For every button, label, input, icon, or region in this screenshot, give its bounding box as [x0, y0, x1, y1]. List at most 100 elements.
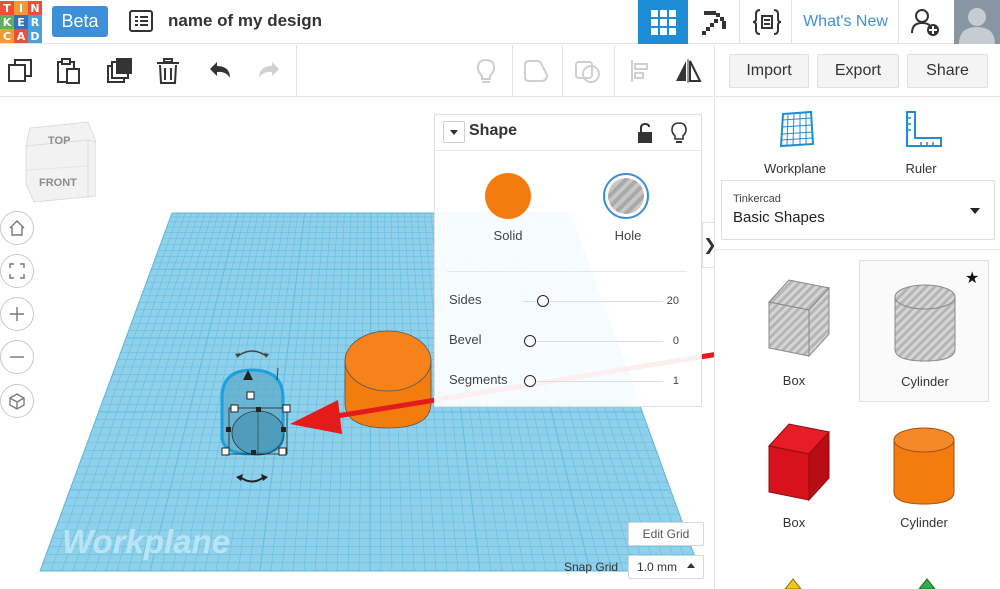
panel-divider — [447, 271, 687, 272]
pickaxe-icon — [701, 11, 726, 35]
prop-track-bevel — [523, 341, 663, 342]
box-solid-icon — [768, 423, 830, 502]
lightbulb-icon — [671, 122, 687, 143]
workplane-icon — [779, 110, 815, 148]
toolbar-divider — [614, 45, 615, 97]
edit-grid-button[interactable]: Edit Grid — [628, 522, 704, 546]
toolbar-divider — [512, 45, 513, 97]
home-view-button[interactable] — [0, 211, 34, 245]
fit-view-icon — [9, 263, 25, 279]
snap-grid-select[interactable]: 1.0 mm — [628, 555, 704, 579]
logo-letter: K — [0, 15, 14, 29]
view-cube[interactable]: TOP FRONT — [24, 120, 97, 204]
shapes-sidebar: Workplane Ruler Tinkercad Basic Shapes B… — [714, 98, 1000, 589]
mirror-icon — [676, 59, 702, 83]
align-button[interactable] — [624, 55, 656, 87]
undo-icon — [210, 62, 230, 78]
sides-slider[interactable] — [537, 295, 549, 307]
codeblocks-button[interactable] — [742, 0, 792, 44]
logo-letter: D — [28, 29, 42, 43]
shape-library-select[interactable]: Tinkercad Basic Shapes — [721, 180, 995, 240]
paste-icon — [57, 58, 80, 84]
minus-icon — [10, 356, 24, 358]
star-icon[interactable]: ★ — [965, 268, 979, 288]
caret-up-icon — [687, 563, 695, 568]
codeblocks-icon — [752, 9, 781, 35]
add-user-button[interactable] — [900, 0, 950, 44]
prop-track-segments — [523, 381, 663, 382]
share-button[interactable]: Share — [907, 54, 988, 88]
duplicate-button[interactable] — [103, 55, 135, 87]
workplane-tool-label: Workplane — [764, 161, 826, 176]
shape-cylinder-solid[interactable]: Cylinder — [859, 404, 989, 546]
tinkercad-logo[interactable]: T I N K E R C A D — [0, 0, 42, 44]
copy-button[interactable] — [4, 55, 36, 87]
delete-button[interactable] — [152, 55, 184, 87]
logo-letter: N — [28, 1, 42, 15]
box-hole-icon — [768, 279, 830, 358]
perspective-button[interactable] — [0, 384, 34, 418]
edit-toolbar: Import Export Share — [0, 45, 1000, 97]
lock-button[interactable] — [635, 122, 655, 144]
hole-label: Hole — [614, 228, 642, 243]
ruler-tool-label: Ruler — [905, 161, 937, 176]
hole-swatch[interactable] — [603, 173, 649, 219]
logo-letter: T — [0, 1, 14, 15]
group-button[interactable] — [520, 55, 552, 87]
export-button[interactable]: Export — [817, 54, 899, 88]
segments-slider[interactable] — [524, 375, 536, 387]
import-button[interactable]: Import — [729, 54, 809, 88]
zoom-in-button[interactable] — [0, 297, 34, 331]
home-icon — [9, 220, 25, 236]
design-name[interactable]: name of my design — [168, 11, 322, 31]
3d-design-button[interactable] — [638, 0, 688, 44]
logo-letter: R — [28, 15, 42, 29]
mirror-button[interactable] — [672, 55, 704, 87]
paste-button[interactable] — [52, 55, 84, 87]
ruler-tool[interactable]: Ruler — [871, 106, 971, 176]
shape-label: Box — [782, 515, 806, 530]
solid-color-swatch[interactable] — [485, 173, 531, 219]
viewcube-top[interactable]: TOP — [48, 135, 70, 147]
lightbulb-icon — [476, 58, 496, 83]
group-icon — [524, 60, 549, 82]
segments-value[interactable]: 1 — [655, 375, 679, 387]
toolbar-divider — [296, 45, 297, 97]
cylinder-hole-icon — [894, 284, 956, 362]
viewcube-front[interactable]: FRONT — [39, 177, 77, 189]
logo-letter: E — [14, 15, 28, 29]
shape-box-hole[interactable]: Box — [729, 260, 859, 402]
redo-icon — [259, 62, 279, 78]
redo-button[interactable] — [253, 55, 285, 87]
workplane-watermark: Workplane — [62, 523, 230, 560]
beta-badge[interactable]: Beta — [52, 6, 108, 37]
show-all-button[interactable] — [470, 55, 502, 87]
bevel-value[interactable]: 0 — [655, 335, 679, 347]
logo-letter: C — [0, 29, 14, 43]
workplane-tool[interactable]: Workplane — [745, 106, 845, 176]
prop-label-segments: Segments — [449, 372, 508, 387]
toolbar-divider — [562, 45, 563, 97]
add-user-icon — [911, 9, 939, 36]
trash-icon — [157, 58, 179, 84]
hole-pattern-icon — [608, 178, 644, 214]
logo-letter: A — [14, 29, 28, 43]
minecraft-button[interactable] — [690, 0, 740, 44]
ungroup-button[interactable] — [572, 55, 604, 87]
sides-value[interactable]: 20 — [655, 295, 679, 307]
align-icon — [631, 60, 648, 82]
zoom-out-button[interactable] — [0, 340, 34, 374]
undo-button[interactable] — [204, 55, 236, 87]
sidebar-divider — [715, 249, 1000, 250]
3d-workspace[interactable]: Workplane TOP FRONT Shape Solid Hole Sid… — [0, 98, 714, 589]
shape-box-solid[interactable]: Box — [729, 404, 859, 546]
shape-label: Cylinder — [901, 374, 949, 389]
user-avatar[interactable] — [954, 0, 1000, 44]
design-list-icon[interactable] — [128, 8, 154, 34]
fit-view-button[interactable] — [0, 254, 34, 288]
collapse-panel-button[interactable] — [443, 121, 465, 143]
library-name: Basic Shapes — [733, 209, 825, 226]
bevel-slider[interactable] — [524, 335, 536, 347]
whats-new-link[interactable]: What's New — [793, 0, 899, 44]
hide-button[interactable] — [669, 121, 689, 145]
